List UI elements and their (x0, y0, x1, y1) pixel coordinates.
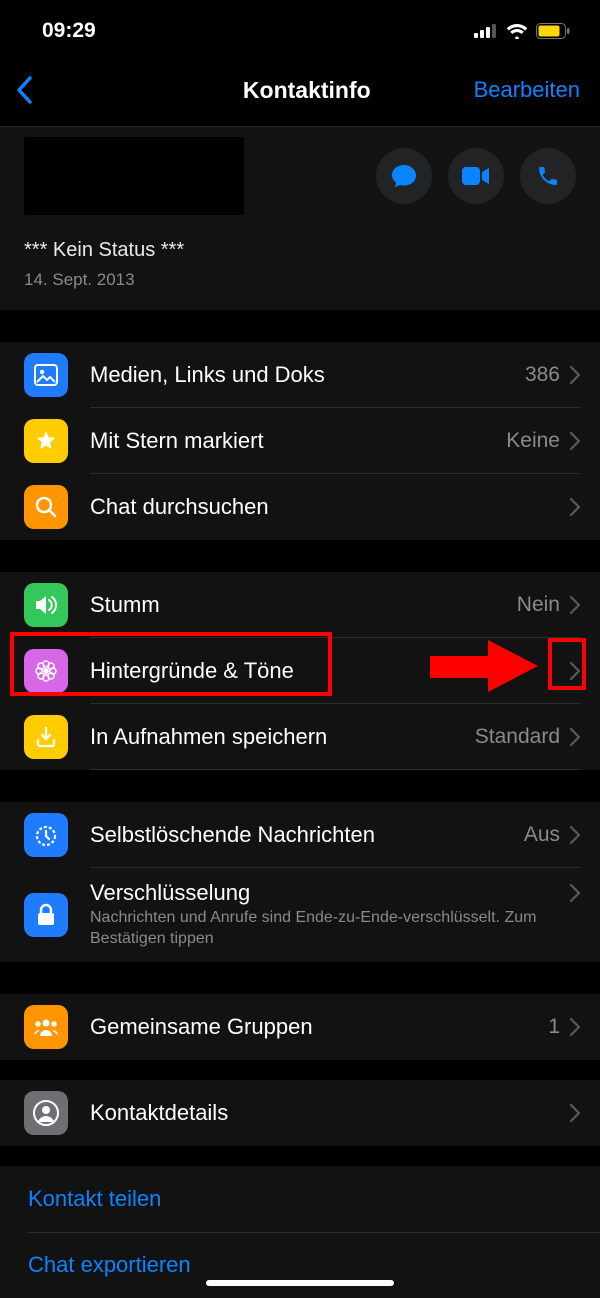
section-actions: Kontakt teilen Chat exportieren Chatverl… (0, 1166, 600, 1298)
section-notifications: Stumm Nein Hintergründe & Töne In Aufnah… (0, 572, 600, 770)
message-button[interactable] (376, 148, 432, 204)
row-subtitle: Nachrichten und Anrufe sind Ende-zu-Ende… (90, 908, 580, 950)
row-value: Standard (475, 725, 560, 749)
row-label: Verschlüsselung (90, 880, 570, 906)
speaker-icon (24, 583, 68, 627)
status-bar: 09:29 (0, 0, 600, 56)
nav-bar: Kontaktinfo Bearbeiten (0, 56, 600, 127)
contact-actions (376, 148, 576, 204)
section-media: Medien, Links und Doks 386 Mit Stern mar… (0, 342, 600, 540)
export-chat-button[interactable]: Chat exportieren (0, 1232, 600, 1298)
row-label: Stumm (90, 592, 517, 618)
edit-button[interactable]: Bearbeiten (474, 77, 580, 103)
lock-icon (24, 893, 68, 937)
flower-icon (24, 649, 68, 693)
cellular-icon (474, 24, 498, 38)
chevron-right-icon (570, 366, 580, 384)
home-indicator[interactable] (206, 1280, 394, 1286)
page-title: Kontaktinfo (243, 77, 371, 104)
chevron-left-icon (16, 76, 32, 104)
back-button[interactable] (16, 72, 140, 108)
row-value: 386 (525, 363, 560, 387)
chevron-right-icon (570, 884, 580, 902)
status-icons (474, 23, 570, 39)
row-value: Keine (506, 429, 560, 453)
annotation-arrow-icon (430, 640, 538, 692)
contact-status: *** Kein Status *** (24, 239, 576, 262)
row-save-to-camera[interactable]: In Aufnahmen speichern Standard (0, 704, 600, 770)
section-contact-details: Kontaktdetails (0, 1080, 600, 1146)
row-mute[interactable]: Stumm Nein (0, 572, 600, 638)
timer-icon (24, 813, 68, 857)
chevron-right-icon (570, 728, 580, 746)
row-label: Selbstlöschende Nachrichten (90, 822, 524, 848)
chevron-right-icon (570, 596, 580, 614)
voice-call-button[interactable] (520, 148, 576, 204)
row-value: 1 (548, 1015, 560, 1039)
chevron-right-icon (570, 432, 580, 450)
people-icon (24, 1005, 68, 1049)
star-icon (24, 419, 68, 463)
contact-name-redacted (24, 137, 244, 215)
video-icon (462, 167, 490, 185)
battery-icon (536, 23, 570, 39)
chat-bubble-icon (391, 164, 417, 188)
status-time: 09:29 (42, 19, 96, 43)
section-privacy: Selbstlöschende Nachrichten Aus Verschlü… (0, 802, 600, 962)
chevron-right-icon (570, 498, 580, 516)
chevron-right-icon (570, 1104, 580, 1122)
row-value: Aus (524, 823, 560, 847)
row-label: Chat durchsuchen (90, 494, 570, 520)
wifi-icon (506, 23, 528, 39)
back-label-redacted (40, 72, 140, 108)
photos-icon (24, 353, 68, 397)
row-starred[interactable]: Mit Stern markiert Keine (0, 408, 600, 474)
chevron-right-icon (570, 826, 580, 844)
row-search-chat[interactable]: Chat durchsuchen (0, 474, 600, 540)
video-call-button[interactable] (448, 148, 504, 204)
contact-status-date: 14. Sept. 2013 (24, 270, 576, 290)
row-disappearing[interactable]: Selbstlöschende Nachrichten Aus (0, 802, 600, 868)
chevron-right-icon (570, 1018, 580, 1036)
row-label: Kontaktdetails (90, 1100, 570, 1126)
phone-icon (536, 164, 560, 188)
person-circle-icon (24, 1091, 68, 1135)
row-label: In Aufnahmen speichern (90, 724, 475, 750)
download-icon (24, 715, 68, 759)
share-contact-button[interactable]: Kontakt teilen (0, 1166, 600, 1232)
row-media[interactable]: Medien, Links und Doks 386 (0, 342, 600, 408)
chevron-right-icon (570, 662, 580, 680)
search-icon (24, 485, 68, 529)
row-value: Nein (517, 593, 560, 617)
row-contact-details[interactable]: Kontaktdetails (0, 1080, 600, 1146)
contact-header: *** Kein Status *** 14. Sept. 2013 (0, 127, 600, 310)
row-label: Mit Stern markiert (90, 428, 506, 454)
row-label: Medien, Links und Doks (90, 362, 525, 388)
row-encryption[interactable]: Verschlüsselung Nachrichten und Anrufe s… (0, 868, 600, 962)
row-groups[interactable]: Gemeinsame Gruppen 1 (0, 994, 600, 1060)
row-label: Gemeinsame Gruppen (90, 1014, 548, 1040)
section-groups: Gemeinsame Gruppen 1 (0, 994, 600, 1060)
